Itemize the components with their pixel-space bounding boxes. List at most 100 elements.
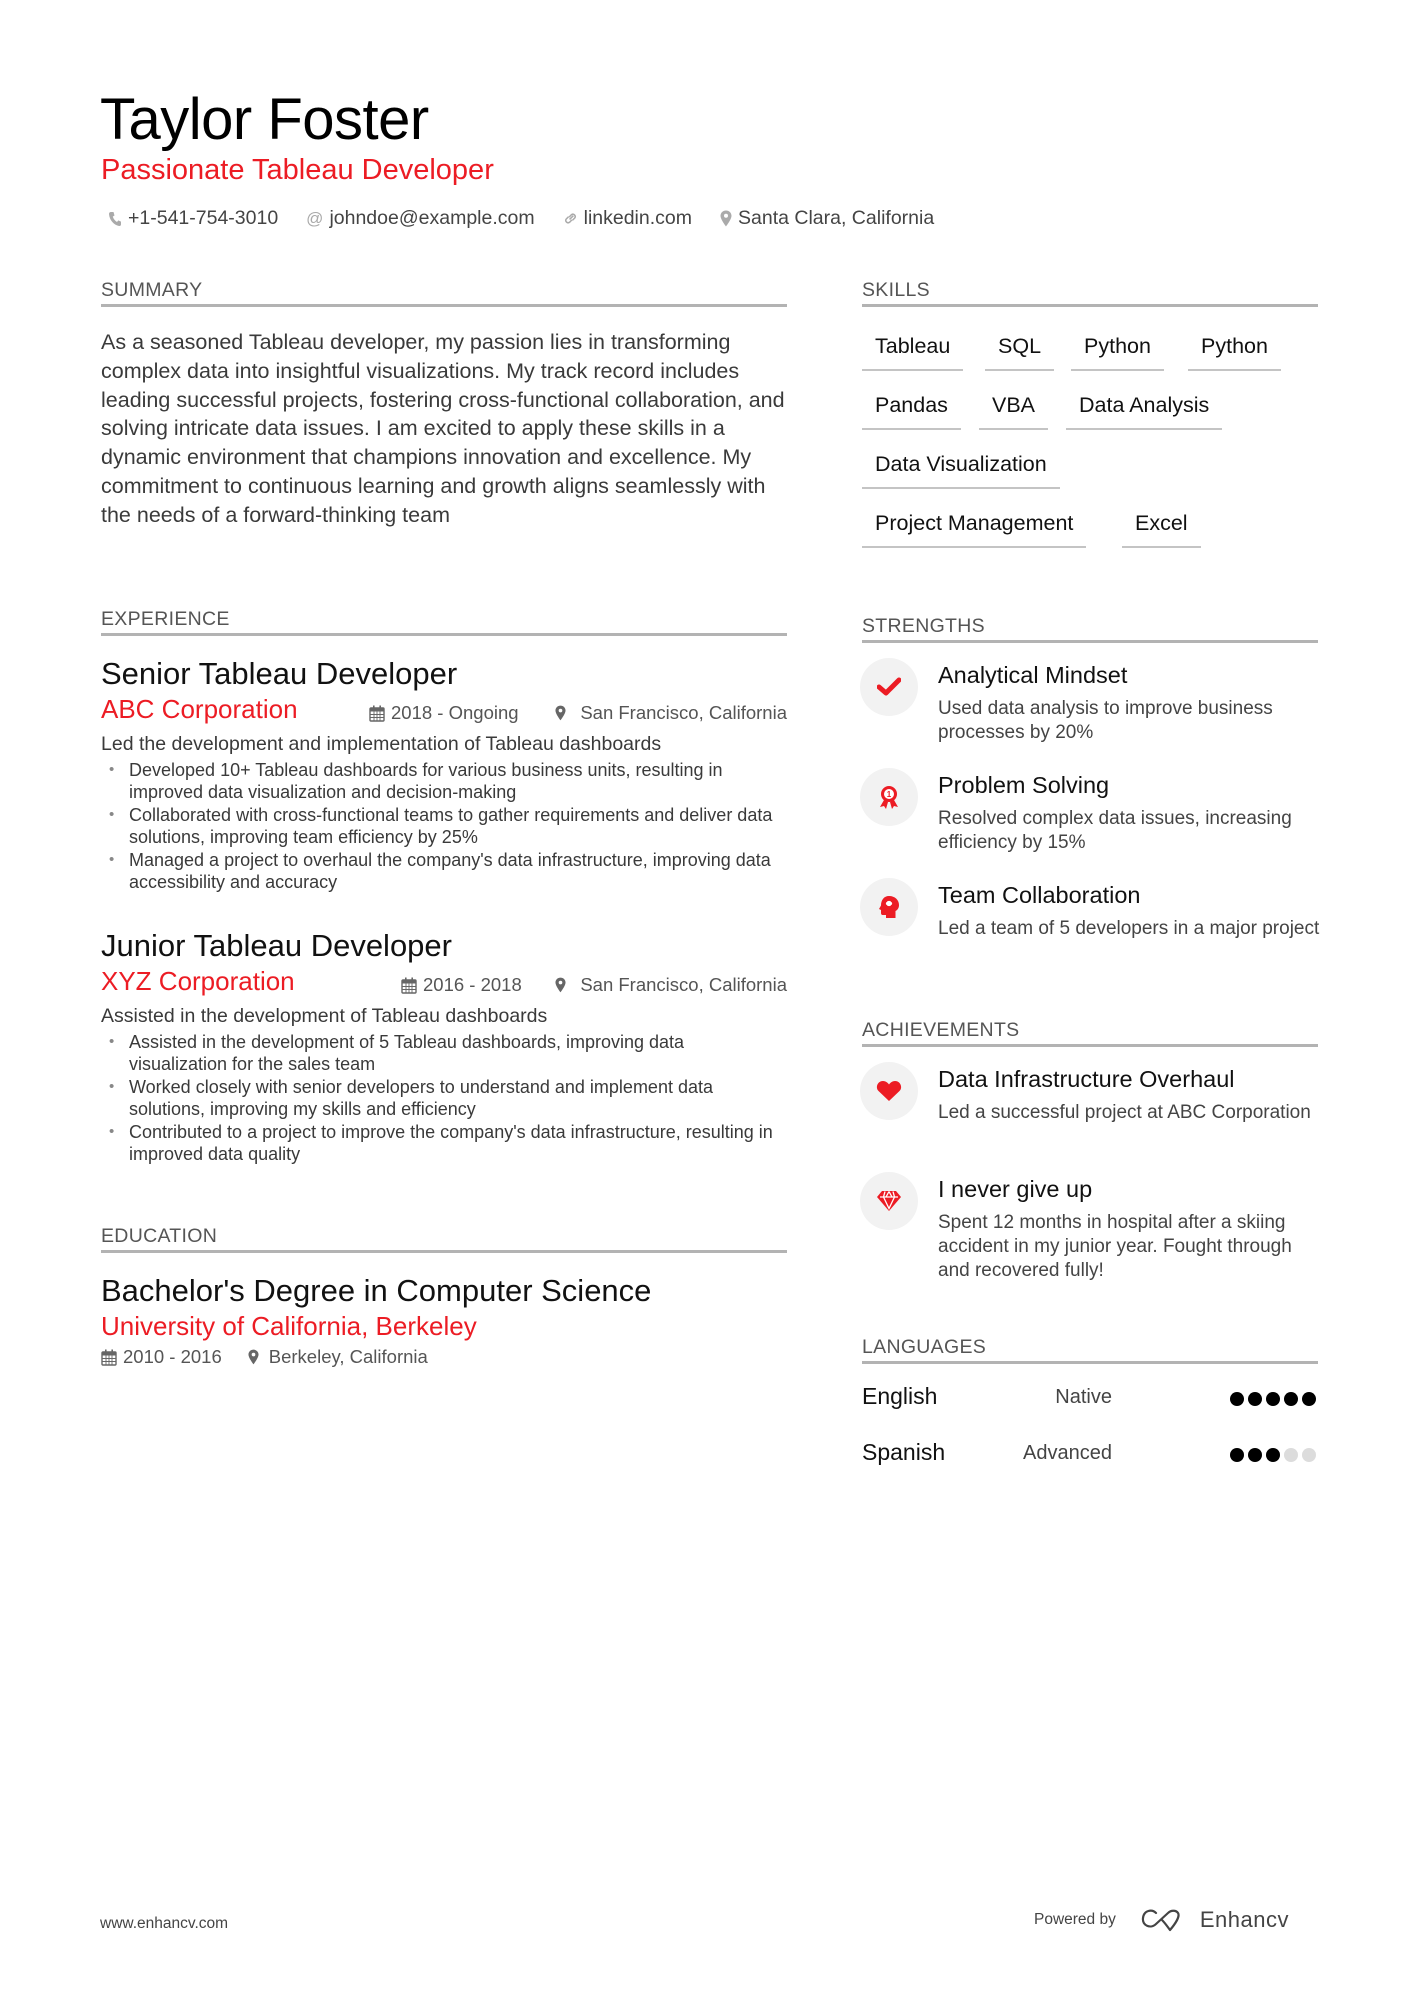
- strength-description: Led a team of 5 developers in a major pr…: [938, 918, 1320, 939]
- rating-dot-filled: [1266, 1448, 1280, 1462]
- candidate-name: Taylor Foster: [100, 87, 429, 152]
- skills-divider: [862, 304, 1318, 307]
- skills-list: Tableau SQL Python Python Pandas VBA Dat…: [862, 334, 1318, 554]
- contact-linkedin-text: linkedin.com: [583, 207, 692, 229]
- experience-heading: EXPERIENCE: [101, 608, 230, 630]
- skill-chip: Python: [1188, 334, 1281, 371]
- calendar-icon: [401, 977, 417, 994]
- checkmark-icon: [860, 658, 918, 716]
- job-bullet: Assisted in the development of 5 Tableau…: [101, 1031, 787, 1076]
- strength-title: Problem Solving: [938, 772, 1110, 798]
- education-entry: Bachelor's Degree in Computer Science Un…: [101, 1273, 787, 1368]
- enhancv-logo-icon: [1141, 1909, 1180, 1932]
- head-brain-icon: [860, 878, 918, 936]
- contact-email[interactable]: @ johndoe@example.com: [306, 207, 534, 230]
- achievements-divider: [862, 1044, 1318, 1047]
- rating-dot-filled: [1248, 1448, 1262, 1462]
- summary-text: As a seasoned Tableau developer, my pass…: [101, 330, 785, 527]
- phone-icon: [108, 211, 122, 227]
- job-bullets: Assisted in the development of 5 Tableau…: [101, 1031, 787, 1165]
- rating-dot-filled: [1230, 1448, 1244, 1462]
- contact-bar: +1-541-754-3010 @ johndoe@example.com li…: [108, 207, 934, 230]
- location-pin-icon: [720, 210, 732, 227]
- strength-item: Team Collaboration Led a team of 5 devel…: [860, 878, 1320, 978]
- award-ribbon-icon: 1: [860, 768, 918, 826]
- education-degree: Bachelor's Degree in Computer Science: [101, 1273, 652, 1308]
- job-location: San Francisco, California: [555, 702, 787, 724]
- education-divider: [101, 1250, 787, 1253]
- location-pin-icon: [248, 1349, 259, 1365]
- contact-linkedin[interactable]: linkedin.com: [563, 207, 692, 230]
- enhancv-brand: Enhancv: [1199, 1907, 1289, 1932]
- job-bullet: Worked closely with senior developers to…: [101, 1076, 787, 1121]
- job-location-text: San Francisco, California: [580, 702, 787, 723]
- achievement-description: Spent 12 months in hospital after a skii…: [938, 1212, 1292, 1281]
- education-school: University of California, Berkeley: [101, 1311, 477, 1341]
- job-bullet: Contributed to a project to improve the …: [101, 1121, 787, 1166]
- strength-description: Resolved complex data issues, increasing…: [938, 808, 1292, 853]
- job-location: San Francisco, California: [555, 974, 787, 996]
- language-rating: [1230, 1448, 1316, 1462]
- education-dates: 2010 - 2016: [101, 1346, 222, 1368]
- strength-item: 1 Problem Solving Resolved complex data …: [860, 768, 1320, 868]
- rating-dot-empty: [1302, 1448, 1316, 1462]
- rating-dot-filled: [1230, 1392, 1244, 1406]
- skill-chip: Excel: [1122, 511, 1201, 548]
- location-pin-icon: [555, 705, 566, 721]
- skill-chip: SQL: [985, 334, 1055, 371]
- footer-website-link[interactable]: www.enhancv.com: [100, 1915, 228, 1933]
- job-dates-text: 2016 - 2018: [423, 974, 522, 995]
- achievement-description: Led a successful project at ABC Corporat…: [938, 1102, 1311, 1123]
- job-entry: Junior Tableau Developer XYZ Corporation…: [101, 928, 787, 1165]
- summary-divider: [101, 304, 787, 307]
- language-rating: [1230, 1392, 1316, 1406]
- languages-heading: LANGUAGES: [862, 1336, 987, 1358]
- education-dates-text: 2010 - 2016: [123, 1346, 222, 1367]
- at-icon: @: [306, 208, 324, 228]
- job-description: Assisted in the development of Tableau d…: [101, 1005, 548, 1027]
- strength-description: Used data analysis to improve business p…: [938, 698, 1273, 743]
- language-level: Native: [1055, 1386, 1112, 1408]
- language-row: English Native: [862, 1383, 1318, 1417]
- strength-title: Analytical Mindset: [938, 662, 1128, 688]
- contact-phone-text: +1-541-754-3010: [128, 207, 279, 229]
- job-bullet: Managed a project to overhaul the compan…: [101, 849, 787, 894]
- job-bullets: Developed 10+ Tableau dashboards for var…: [101, 759, 787, 893]
- rating-dot-filled: [1248, 1392, 1262, 1406]
- job-entry: Senior Tableau Developer ABC Corporation…: [101, 656, 787, 893]
- rating-dot-filled: [1266, 1392, 1280, 1406]
- experience-divider: [101, 633, 787, 636]
- job-bullet: Collaborated with cross-functional teams…: [101, 804, 787, 849]
- footer-branding: Powered by Enhancv: [1034, 1907, 1289, 1933]
- skill-chip: Data Analysis: [1066, 393, 1223, 430]
- language-level: Advanced: [1023, 1442, 1112, 1464]
- job-dates: 2016 - 2018: [401, 974, 522, 996]
- contact-email-text: johndoe@example.com: [329, 207, 535, 229]
- achievement-item: I never give up Spent 12 months in hospi…: [860, 1172, 1320, 1282]
- contact-phone[interactable]: +1-541-754-3010: [108, 207, 278, 230]
- skill-chip: Python: [1071, 334, 1164, 371]
- skill-chip: Tableau: [862, 334, 964, 371]
- rating-dot-filled: [1302, 1392, 1316, 1406]
- link-icon: [563, 211, 578, 226]
- strength-title: Team Collaboration: [938, 882, 1141, 908]
- candidate-title: Passionate Tableau Developer: [101, 154, 494, 186]
- powered-by-label: Powered by: [1034, 1911, 1116, 1928]
- location-pin-icon: [555, 977, 566, 993]
- job-dates-text: 2018 - Ongoing: [391, 702, 519, 723]
- skill-chip: Project Management: [862, 511, 1087, 548]
- diamond-icon: [860, 1172, 918, 1230]
- job-bullet: Developed 10+ Tableau dashboards for var…: [101, 759, 787, 804]
- education-location-text: Berkeley, California: [268, 1346, 428, 1367]
- rating-dot-empty: [1284, 1448, 1298, 1462]
- job-title: Junior Tableau Developer: [101, 928, 452, 963]
- contact-location: Santa Clara, California: [720, 207, 934, 230]
- strength-item: Analytical Mindset Used data analysis to…: [860, 658, 1320, 758]
- skills-heading: SKILLS: [862, 279, 930, 301]
- job-dates: 2018 - Ongoing: [369, 702, 519, 724]
- svg-text:1: 1: [887, 790, 892, 799]
- contact-location-text: Santa Clara, California: [738, 207, 935, 229]
- skill-chip: Pandas: [862, 393, 961, 430]
- job-title: Senior Tableau Developer: [101, 656, 458, 691]
- achievements-heading: ACHIEVEMENTS: [862, 1019, 1020, 1041]
